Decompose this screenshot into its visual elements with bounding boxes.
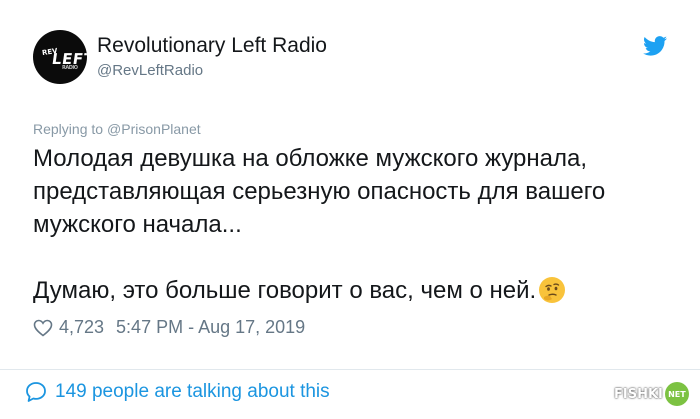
author-handle[interactable]: @RevLeftRadio — [97, 61, 327, 81]
tweet-meta: 4,723 5:47 PM - Aug 17, 2019 — [33, 317, 305, 338]
avatar[interactable]: REV LEFT RADIO — [33, 30, 87, 84]
watermark-brand: FISHKI — [614, 386, 663, 402]
tweet-header: REV LEFT RADIO Revolutionary Left Radio … — [33, 30, 327, 84]
watermark-badge: NET — [664, 382, 689, 406]
tweet-paragraph-2-wrapper: Думаю, это больше говорит о вас, чем о н… — [33, 274, 683, 307]
conversation-text[interactable]: 149 people are talking about this — [55, 381, 330, 403]
speech-bubble-icon — [26, 382, 46, 402]
fishki-watermark: FISHKI NET — [614, 382, 689, 406]
heart-icon[interactable] — [33, 319, 53, 337]
thinking-face-emoji — [539, 277, 566, 303]
conversation-link[interactable]: 149 people are talking about this — [25, 381, 330, 403]
twitter-bird-icon[interactable] — [643, 36, 667, 56]
tweet-card: REV LEFT RADIO Revolutionary Left Radio … — [0, 0, 700, 419]
divider — [0, 369, 700, 370]
author-names: Revolutionary Left Radio @RevLeftRadio — [97, 33, 327, 81]
timestamp[interactable]: 5:47 PM - Aug 17, 2019 — [116, 317, 305, 338]
tweet-paragraph-2: Думаю, это больше говорит о вас, чем о н… — [33, 277, 537, 304]
tweet-paragraph-1: Молодая девушка на обложке мужского журн… — [33, 145, 606, 238]
tweet-text: Молодая девушка на обложке мужского журн… — [33, 142, 683, 307]
replying-to-handle[interactable]: @PrisonPlanet — [107, 121, 201, 137]
author-display-name[interactable]: Revolutionary Left Radio — [97, 33, 327, 59]
replying-to-label: Replying to — [33, 121, 104, 137]
replying-to: Replying to @PrisonPlanet — [33, 121, 201, 137]
avatar-logo-radio: RADIO — [62, 65, 78, 71]
like-count[interactable]: 4,723 — [59, 317, 104, 338]
